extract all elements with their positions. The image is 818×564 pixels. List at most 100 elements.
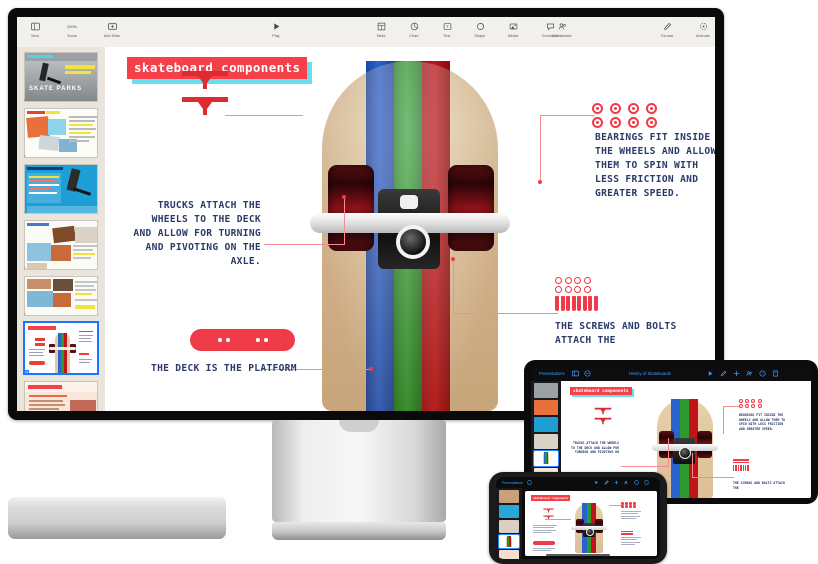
callout-bearings[interactable]: BEARINGS FIT INSIDE THE WHEELS AND ALLOW… — [595, 131, 715, 201]
iphone-slide-thumbnail[interactable] — [499, 505, 519, 518]
navigator-slide-8[interactable]: 8 — [24, 220, 98, 270]
toolbar-chart-button[interactable]: Chart — [402, 20, 426, 38]
ipad-slide-thumbnail[interactable] — [534, 417, 558, 432]
ipad-slide-thumbnail[interactable] — [534, 400, 558, 415]
ipad-truck-icon-lower — [594, 417, 612, 425]
bolt-icon — [582, 295, 587, 311]
ipad-presentations-button[interactable]: Presentations — [539, 371, 565, 376]
slide-navigator[interactable]: SKATE PARKS 5 6 7 8 9 10 — [17, 47, 106, 411]
ipad-bearings-icon-group — [739, 399, 763, 409]
navigator-slide-11[interactable]: 11 — [24, 381, 98, 411]
collaborate-icon[interactable] — [746, 370, 753, 377]
format-icon[interactable] — [720, 370, 727, 377]
iphone-slide-thumbnail[interactable] — [499, 490, 519, 503]
ipad-callout-bearings[interactable]: BEARINGS FIT INSIDE THE WHEELS AND ALLOW… — [739, 413, 789, 431]
view-icon — [30, 20, 40, 32]
more-icon[interactable] — [584, 370, 591, 377]
bearing-icon — [739, 404, 743, 409]
iphone-slide-thumbnail[interactable] — [499, 520, 519, 533]
ipad-slide-thumbnail-selected[interactable] — [533, 450, 559, 467]
toolbar-zoom-control[interactable]: 100% Zoom — [57, 20, 87, 39]
ipad-slide-thumbnail[interactable] — [534, 383, 558, 398]
iphone-slide-navigator[interactable] — [496, 488, 522, 559]
document-icon[interactable] — [772, 370, 779, 377]
navigator-slide-10[interactable]: 10 — [23, 321, 99, 375]
iphone-deck-icon — [533, 541, 555, 545]
ipad-slide-thumbnail[interactable] — [534, 434, 558, 449]
toolbar-shape-button[interactable]: Shape — [468, 20, 492, 38]
screw-ring-icon — [564, 277, 572, 284]
toolbar-view-label: View — [30, 34, 40, 38]
help-icon[interactable] — [634, 480, 639, 485]
iphone-slide-title[interactable]: skateboard components — [531, 495, 571, 501]
document-icon[interactable] — [644, 480, 649, 485]
slide-thumbnail[interactable] — [24, 276, 98, 316]
iphone-presentations-button[interactable]: Presentations — [502, 481, 523, 485]
slide-thumbnail[interactable] — [24, 164, 98, 214]
bearing-icon — [628, 117, 639, 128]
callout-dot-screws — [451, 257, 455, 261]
leader-line-screws-vertical — [453, 259, 454, 313]
toolbar-table-label: Table — [376, 34, 386, 38]
callout-deck[interactable]: THE DECK IS THE PLATFORM — [151, 362, 301, 376]
play-icon[interactable] — [594, 480, 599, 485]
toolbar-text-button[interactable]: T Text — [435, 20, 459, 38]
callout-trucks[interactable]: TRUCKS ATTACH THE WHEELS TO THE DECK AND… — [131, 199, 261, 269]
navigator-slide-6[interactable]: 6 — [24, 108, 98, 158]
play-icon[interactable] — [707, 370, 714, 377]
toolbar-view-button[interactable]: View — [23, 20, 47, 38]
insert-icon[interactable] — [733, 370, 740, 377]
play-icon — [272, 20, 281, 32]
ipad-slide-title[interactable]: skateboard components — [570, 387, 632, 395]
sidebar-icon[interactable] — [571, 370, 579, 377]
toolbar-format-button[interactable]: Format — [655, 20, 679, 38]
help-icon[interactable]: ? — [759, 370, 766, 377]
ipad-callout-trucks[interactable]: TRUCKS ATTACH THE WHEELS TO THE DECK AND… — [571, 441, 619, 455]
ipad-leader-trucks-v — [668, 438, 669, 466]
toolbar-add-slide-button[interactable]: Add Slide — [97, 20, 127, 38]
slide-thumbnail[interactable] — [24, 108, 98, 158]
screw-ring-icon — [583, 277, 591, 284]
toolbar-collaborate-group: Collaborate — [542, 20, 582, 38]
current-slide[interactable]: skateboard components TRUCKS ATTACH THE … — [105, 47, 715, 411]
format-icon[interactable] — [604, 480, 609, 485]
bearing-icon — [757, 399, 762, 403]
iphone-truck-icon-upper — [543, 508, 554, 513]
bearing-icon — [632, 505, 636, 508]
slide-thumbnail[interactable] — [24, 381, 98, 411]
callout-screws[interactable]: THE SCREWS AND BOLTS ATTACH THE — [555, 320, 715, 348]
slide-thumbnail[interactable] — [24, 220, 98, 270]
toolbar-left-group: View 100% Zoom Add Slide — [23, 20, 127, 38]
toolbar-media-button[interactable]: Media — [501, 20, 525, 38]
collaborate-icon[interactable] — [624, 480, 629, 485]
toolbar-animate-button[interactable]: Animate — [689, 20, 715, 38]
screw-ring-icon — [555, 285, 562, 293]
zoom-value[interactable]: 100% — [67, 20, 77, 32]
toolbar-collaborate-button[interactable]: Collaborate — [542, 20, 582, 38]
bearing-icon — [646, 117, 657, 128]
iphone-slide-thumbnail-selected[interactable] — [498, 534, 520, 549]
screw-ring-icon — [574, 285, 581, 293]
navigator-slide-5[interactable]: SKATE PARKS 5 — [24, 52, 98, 102]
keynote-toolbar: View 100% Zoom Add Slide Play Table Char… — [17, 17, 715, 48]
iphone: Presentations skateboard components — [489, 472, 667, 564]
iphone-current-slide[interactable]: skateboard components — [525, 491, 657, 556]
slide-canvas[interactable]: skateboard components TRUCKS ATTACH THE … — [105, 47, 715, 411]
navigator-slide-7[interactable]: 7 — [24, 164, 98, 214]
iphone-callout-bearings-lines — [621, 511, 641, 521]
slide-thumbnail[interactable]: SKATE PARKS — [24, 52, 98, 102]
toolbar-table-button[interactable]: Table — [369, 20, 393, 38]
bearings-icon-group — [592, 103, 661, 128]
bearing-icon — [739, 399, 743, 403]
ipad-callout-screws[interactable]: THE SCREWS AND BOLTS ATTACH THE — [733, 481, 789, 490]
wheel-left — [328, 165, 374, 251]
skateboard-photo[interactable] — [300, 47, 520, 411]
more-icon[interactable] — [527, 480, 532, 485]
navigator-slide-9[interactable]: 9 — [24, 276, 98, 316]
insert-icon[interactable] — [614, 480, 619, 485]
toolbar-play-button[interactable]: Play — [264, 20, 288, 38]
iphone-slide-thumbnail[interactable] — [499, 550, 519, 559]
bearing-icon — [646, 103, 657, 114]
toolbar-right-group: Format Animate Document — [655, 20, 715, 38]
slide-thumbnail-selected[interactable] — [23, 321, 99, 375]
